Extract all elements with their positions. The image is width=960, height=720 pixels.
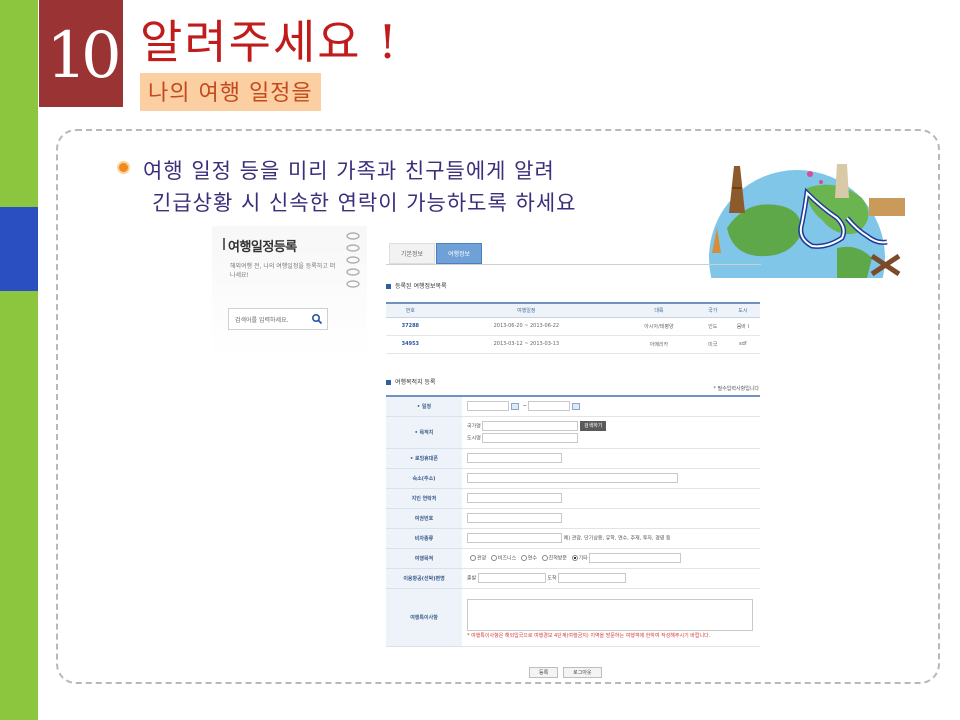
roaming-phone-input[interactable] (467, 453, 562, 463)
bullet-text-line-2: 긴급상황 시 신속한 연락이 가능하도록 하세요 (152, 191, 577, 215)
registration-heading: 여행목적지 등록 (386, 377, 436, 386)
row-number-link[interactable]: 34953 (386, 335, 435, 354)
label-purpose: 여행목적 (386, 547, 462, 569)
passport-input[interactable] (467, 513, 562, 523)
column-header: 대륙 (617, 302, 700, 318)
row-number-link[interactable]: 37288 (386, 317, 435, 336)
country-input[interactable] (482, 421, 579, 431)
label-remarks: 여행특이사항 (386, 587, 462, 647)
slide-title: 알려주세요 ! (140, 15, 399, 69)
start-date-input[interactable] (467, 401, 509, 412)
bullet-text-line-1: 여행 일정 등을 미리 가족과 친구들에게 알려 (143, 159, 555, 183)
flight-arrive-input[interactable] (558, 573, 627, 583)
registration-form-table: • 일정 ~ • 목적지 국가명 검색하기 도시명 • 로밍휴대폰 숙소(주소)… (386, 395, 760, 647)
purpose-option-label: 관광 (477, 555, 487, 562)
purpose-radio-selected[interactable] (571, 555, 578, 561)
side-panel: 여행일정등록 해외여행 전, 나의 여행일정을 등록하고 떠나세요! 검색어를 … (212, 226, 367, 356)
left-blue-accent (0, 207, 38, 291)
calendar-icon[interactable] (511, 402, 519, 410)
travel-form-area: 기본정보 여행정보 등록된 여행정보목록 번호 여행일정 대륙 국가 도시 37… (386, 237, 761, 680)
label-lodging: 숙소(주소) (386, 467, 462, 489)
search-icon[interactable] (311, 313, 323, 325)
logout-button[interactable]: 로그아웃 (563, 667, 602, 678)
flight-depart-input[interactable] (477, 573, 546, 583)
row-city: 뭄바 I (725, 317, 760, 336)
purpose-radio[interactable] (470, 555, 476, 561)
purpose-radio[interactable] (541, 555, 548, 561)
row-country: 인도 (699, 317, 726, 336)
label-flight: 이용항공(선박)편명 (386, 567, 462, 589)
column-header: 국가 (699, 302, 726, 318)
tab-basic-info[interactable]: 기본정보 (389, 243, 435, 264)
side-panel-description: 해외여행 전, 나의 여행일정을 등록하고 떠나세요! (230, 263, 336, 279)
purpose-option-label: 기타 (578, 555, 588, 562)
row-schedule: 2013-03-12 ~ 2013-03-13 (434, 335, 618, 354)
register-button[interactable]: 등록 (529, 667, 559, 678)
remarks-textarea[interactable] (467, 598, 753, 631)
bullet-icon (117, 161, 130, 174)
label-visa: 비자종류 (386, 527, 462, 549)
tab-travel-info[interactable]: 여행정보 (436, 243, 482, 264)
table-row[interactable]: 34953 2013-03-12 ~ 2013-03-13 아메리카 미국 sd… (386, 335, 760, 354)
left-green-bar (0, 0, 38, 720)
visa-hint: 예) 관광, 단기상용, 유학, 연수, 주재, 투자, 경영 등 (563, 535, 671, 542)
flight-depart-label: 출발 (467, 575, 477, 582)
required-note: * 필수입력사항입니다 (713, 386, 760, 392)
column-header: 도시 (725, 302, 760, 318)
side-search-placeholder: 검색어를 입력하세요. (235, 317, 289, 324)
notebook-spiral-icon (346, 232, 360, 288)
remarks-note: * 여행특이사항은 해외입국으로 여행경보 4단계(여행금지) 지역을 방문하는… (467, 632, 711, 639)
label-schedule: • 일정 (386, 395, 462, 417)
registered-list-heading: 등록된 여행정보목록 (386, 281, 447, 290)
visa-input[interactable] (467, 533, 562, 543)
country-search-button[interactable]: 검색하기 (580, 421, 607, 431)
row-continent: 아시아/태평양 (617, 317, 700, 336)
city-input[interactable] (482, 433, 579, 443)
lodging-input[interactable] (467, 473, 678, 483)
row-continent: 아메리카 (617, 335, 700, 354)
contact-input[interactable] (467, 493, 562, 503)
end-date-input[interactable] (528, 401, 571, 412)
row-country: 미국 (699, 335, 726, 354)
column-header: 여행일정 (434, 302, 618, 318)
purpose-option-label: 친척방문 (548, 555, 567, 562)
label-passport: 여권번호 (386, 507, 462, 529)
side-panel-title: 여행일정등록 (223, 236, 297, 255)
table-row[interactable]: 37288 2013-06-20 ~ 2013-06-22 아시아/태평양 인도… (386, 317, 760, 336)
purpose-other-input[interactable] (589, 553, 682, 563)
date-range-separator: ~ (522, 403, 527, 410)
tab-bar: 기본정보 여행정보 (386, 241, 761, 265)
city-label: 도시명 (467, 435, 481, 442)
row-city: sdf (725, 335, 760, 354)
label-roaming-phone: • 로밍휴대폰 (386, 447, 462, 469)
label-contact: 지인 연락처 (386, 487, 462, 509)
side-search-input[interactable]: 검색어를 입력하세요. (228, 308, 328, 330)
purpose-radio[interactable] (490, 555, 497, 561)
row-schedule: 2013-06-20 ~ 2013-06-22 (434, 317, 618, 336)
form-buttons: 등록 로그아웃 (529, 667, 605, 678)
slide-subtitle: 나의 여행 일정을 (140, 73, 321, 111)
flight-arrive-label: 도착 (547, 575, 557, 582)
purpose-radio[interactable] (520, 555, 527, 561)
column-header: 번호 (386, 302, 435, 318)
label-destination: • 목적지 (386, 415, 462, 449)
country-label: 국가명 (467, 423, 481, 430)
purpose-option-label: 연수 (527, 555, 537, 562)
registered-list-table: 번호 여행일정 대륙 국가 도시 37288 2013-06-20 ~ 2013… (386, 302, 760, 354)
purpose-option-label: 비즈니스 (497, 555, 517, 562)
calendar-icon[interactable] (572, 402, 581, 410)
slide-number: 10 (39, 0, 123, 107)
